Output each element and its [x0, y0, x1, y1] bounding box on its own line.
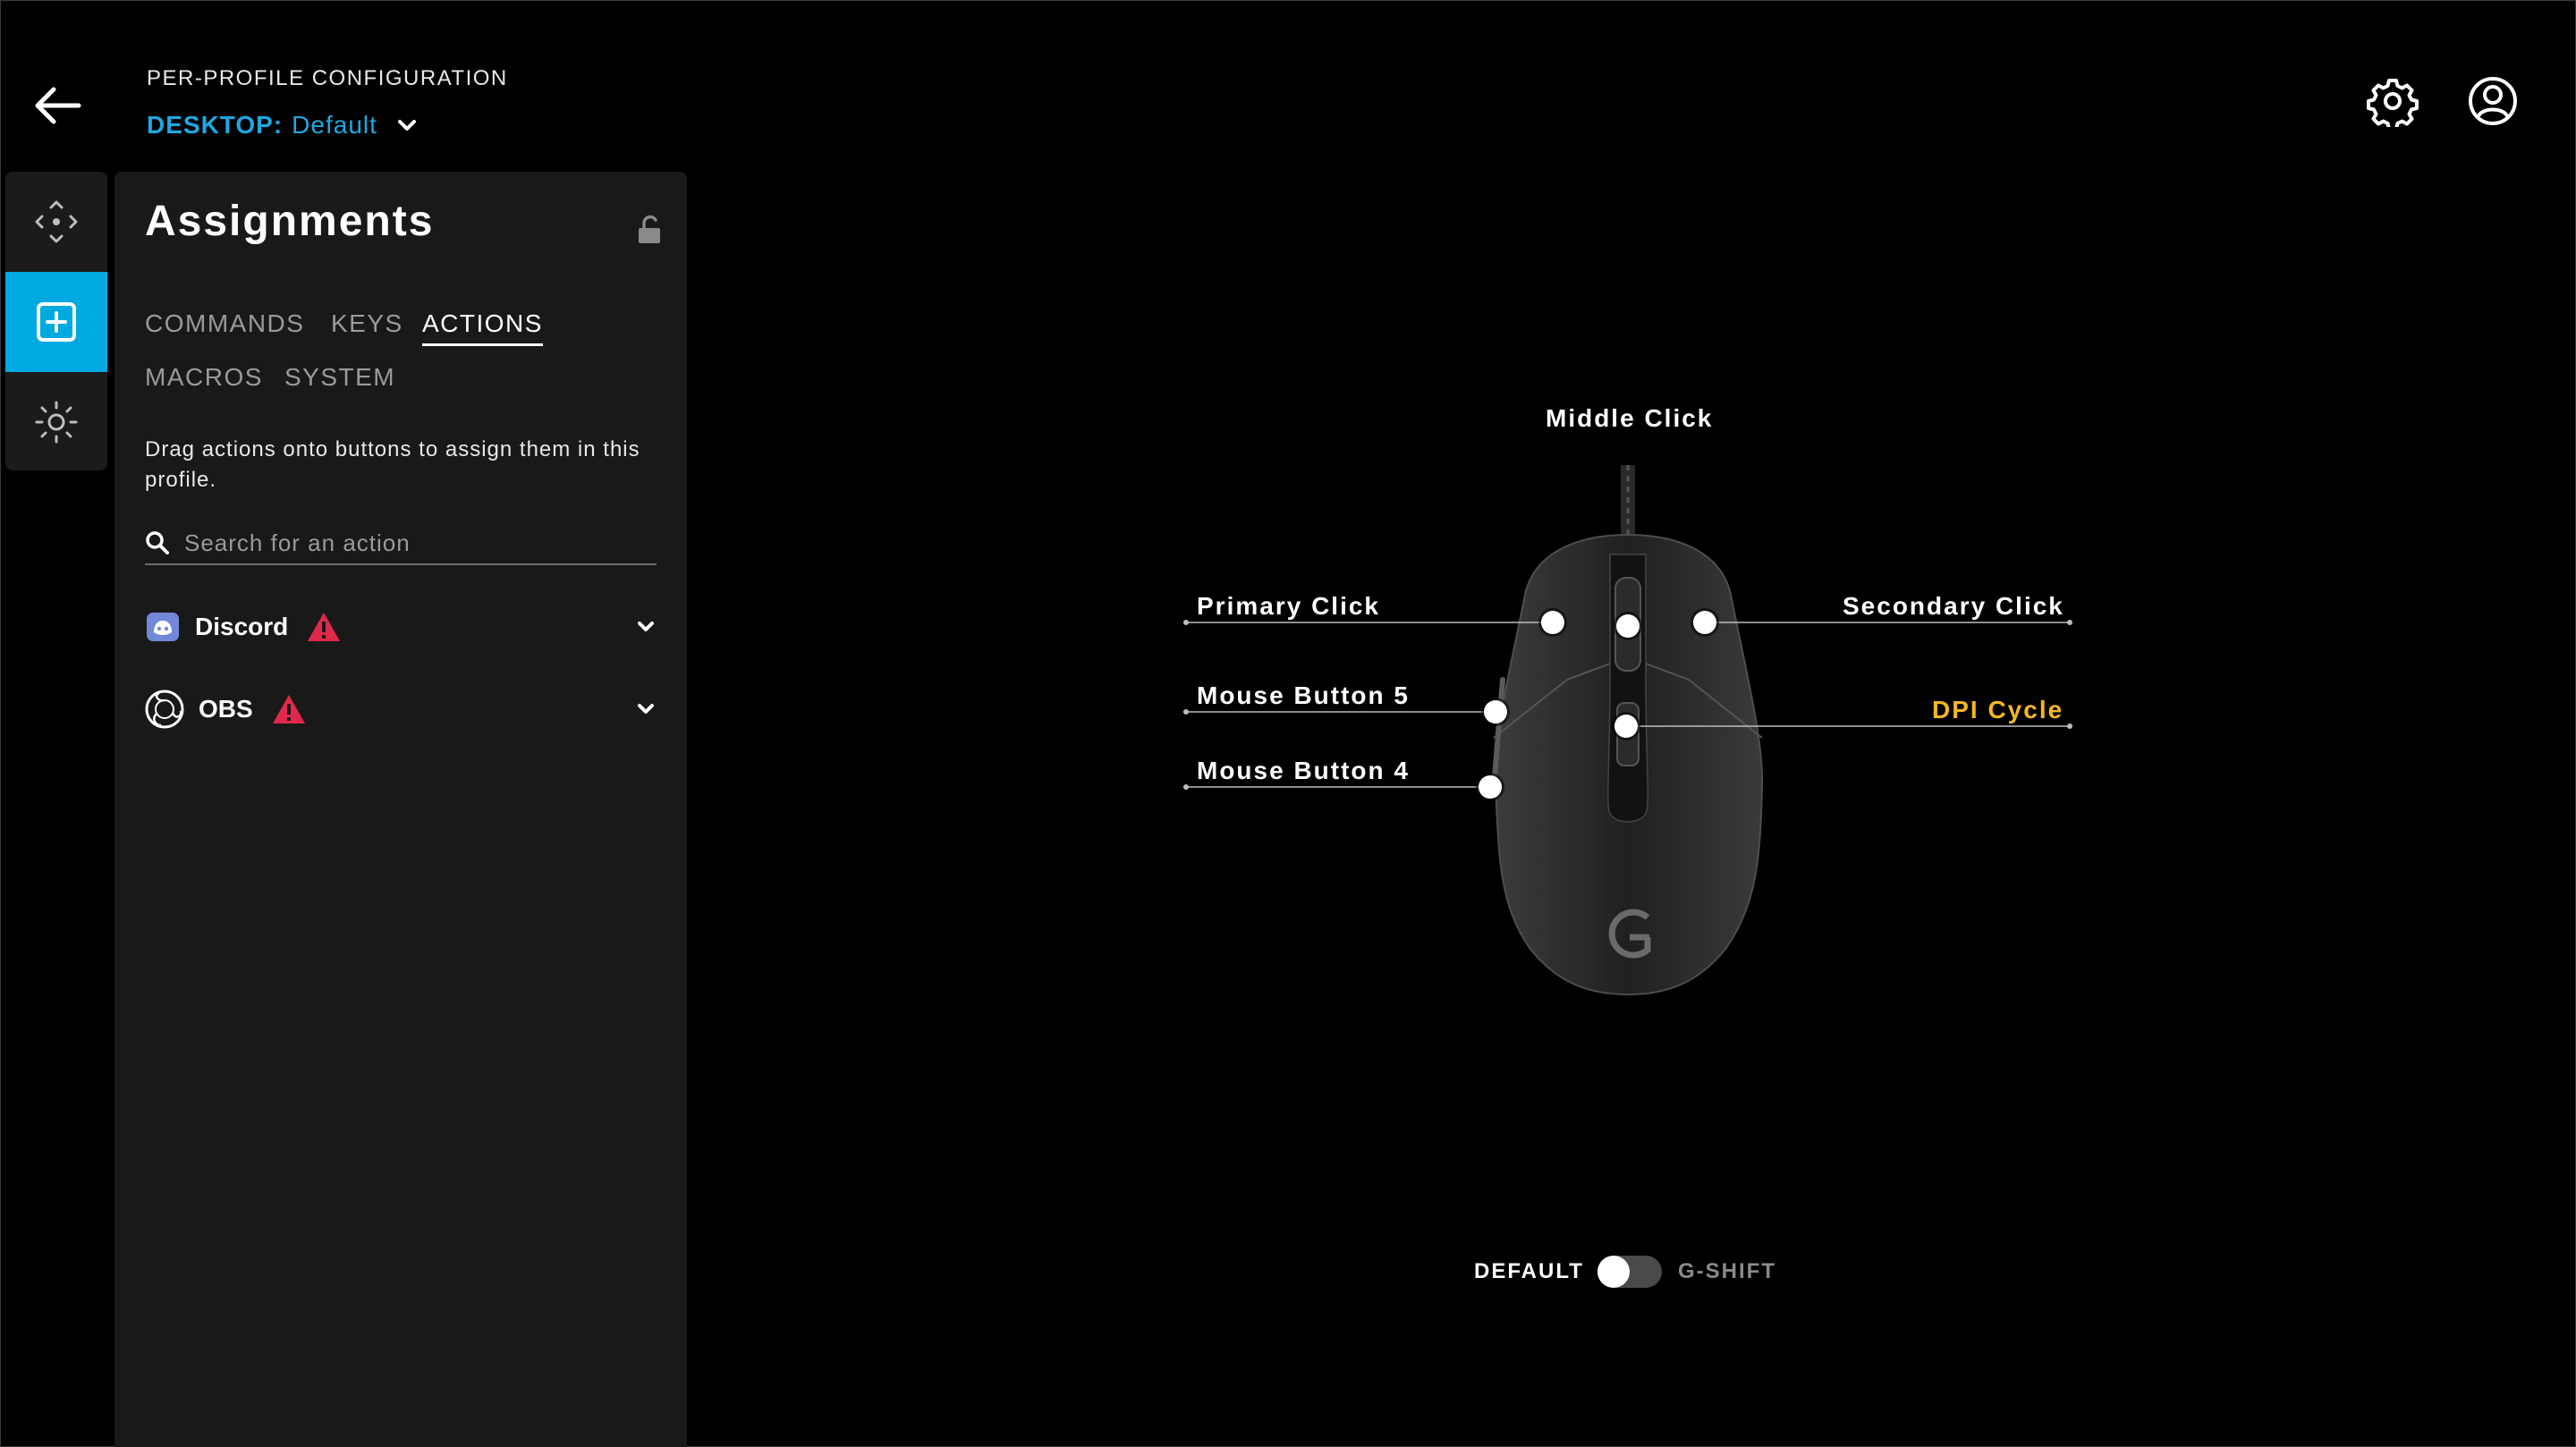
hotspot-mouse-button-5[interactable] [1484, 700, 1507, 724]
mode-label-gshift: G-SHIFT [1678, 1259, 1776, 1283]
line-end-dot [2067, 620, 2072, 625]
line-end-dot [1183, 620, 1189, 625]
callout-primary-click[interactable]: Primary Click [1197, 592, 1380, 621]
hotspot-primary-click[interactable] [1541, 611, 1564, 634]
hotspot-secondary-click[interactable] [1693, 611, 1716, 634]
callout-mouse-button-4[interactable]: Mouse Button 4 [1197, 757, 1410, 785]
line-end-dot [1183, 784, 1189, 790]
line-end-dot [2067, 724, 2072, 729]
hotspot-dpi-cycle[interactable] [1614, 715, 1638, 738]
mode-toggle-switch[interactable] [1597, 1256, 1662, 1288]
callout-mouse-button-5[interactable]: Mouse Button 5 [1197, 681, 1410, 710]
callout-middle-click[interactable]: Middle Click [1546, 404, 1713, 433]
mouse-diagram [1183, 465, 2072, 996]
toggle-knob [1597, 1256, 1630, 1288]
line-end-dot [1183, 709, 1189, 715]
mode-label-default: DEFAULT [1474, 1259, 1584, 1283]
callout-secondary-click[interactable]: Secondary Click [1843, 592, 2064, 621]
hotspot-mouse-button-4[interactable] [1479, 775, 1502, 799]
hotspot-middle-click[interactable] [1616, 614, 1640, 638]
callout-dpi-cycle[interactable]: DPI Cycle [1932, 696, 2063, 724]
